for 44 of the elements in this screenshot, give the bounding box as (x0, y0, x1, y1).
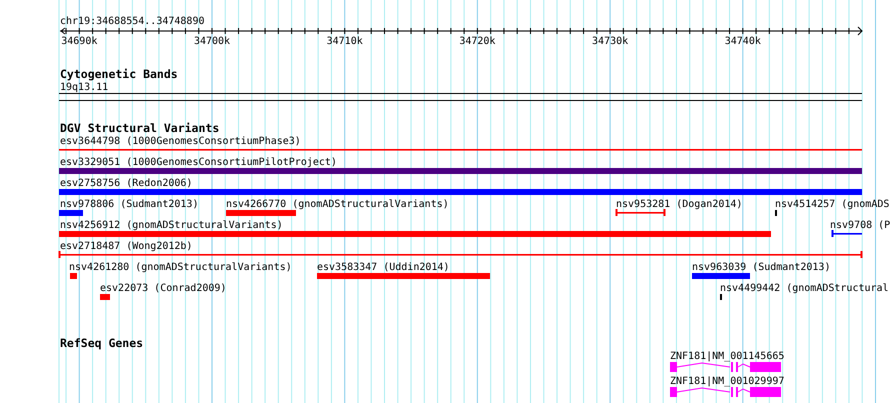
variant-bar[interactable] (317, 273, 490, 279)
variant-span[interactable] (58, 251, 862, 258)
variant-label[interactable]: nsv4261280 (gnomADStructuralVariants) (69, 262, 292, 273)
tick-label: 34720k (459, 36, 496, 47)
variant-label[interactable]: nsv4266770 (gnomADStructuralVariants) (226, 199, 449, 210)
variant-label[interactable]: esv2758756 (Redon2006) (60, 178, 192, 189)
variant-bar[interactable] (70, 273, 77, 279)
tick-label: 34710k (326, 36, 363, 47)
variant-label[interactable]: nsv953281 (Dogan2014) (616, 199, 742, 210)
location-label: chr19:34688554..34748890 (60, 16, 204, 27)
tick-label: 34690k (61, 36, 98, 47)
variant-label[interactable]: nsv9708 (P (830, 220, 890, 231)
band-label: 19q13.11 (60, 82, 108, 93)
variant-label[interactable]: esv3583347 (Uddin2014) (317, 262, 450, 273)
variant-bar[interactable] (226, 210, 296, 216)
track-title: Cytogenetic Bands (60, 67, 178, 81)
variant-bar[interactable] (100, 294, 110, 300)
tick-label: 34740k (724, 36, 761, 47)
gene-label[interactable]: ZNF181|NM_001029997 (670, 376, 784, 387)
variant-label[interactable]: nsv4499442 (gnomADStructural (720, 283, 889, 294)
variant-bar[interactable] (59, 168, 862, 174)
tick-label: 34700k (194, 36, 230, 47)
variant-label[interactable]: esv3644798 (1000GenomesConsortiumPhase3) (60, 136, 301, 147)
variant-label[interactable]: nsv4256912 (gnomADStructuralVariants) (60, 220, 283, 231)
gene-model[interactable] (670, 387, 781, 397)
variant-label[interactable]: nsv4514257 (gnomADS (775, 199, 890, 210)
track-title: RefSeq Genes (60, 336, 144, 350)
gene-label[interactable]: ZNF181|NM_001145665 (670, 351, 784, 362)
variant-tick[interactable] (720, 294, 722, 300)
variant-tick[interactable] (775, 210, 777, 216)
tick-label: 34730k (592, 36, 628, 47)
variant-label[interactable]: nsv963039 (Sudmant2013) (692, 262, 830, 273)
variant-bar[interactable] (59, 210, 83, 216)
track-title: DGV Structural Variants (60, 121, 220, 135)
variant-label[interactable]: nsv978806 (Sudmant2013) (60, 199, 198, 210)
variant-label[interactable]: esv2718487 (Wong2012b) (60, 241, 192, 252)
variant-span[interactable] (832, 230, 862, 237)
variant-bar[interactable] (59, 189, 862, 195)
variant-label[interactable]: esv22073 (Conrad2009) (100, 283, 226, 294)
variant-label[interactable]: esv3329051 (1000GenomesConsortiumPilotProject) (60, 157, 337, 168)
variant-bar[interactable] (59, 231, 771, 237)
gene-model[interactable] (670, 362, 781, 372)
variant-bar[interactable] (692, 273, 750, 279)
variant-span[interactable] (616, 209, 666, 216)
